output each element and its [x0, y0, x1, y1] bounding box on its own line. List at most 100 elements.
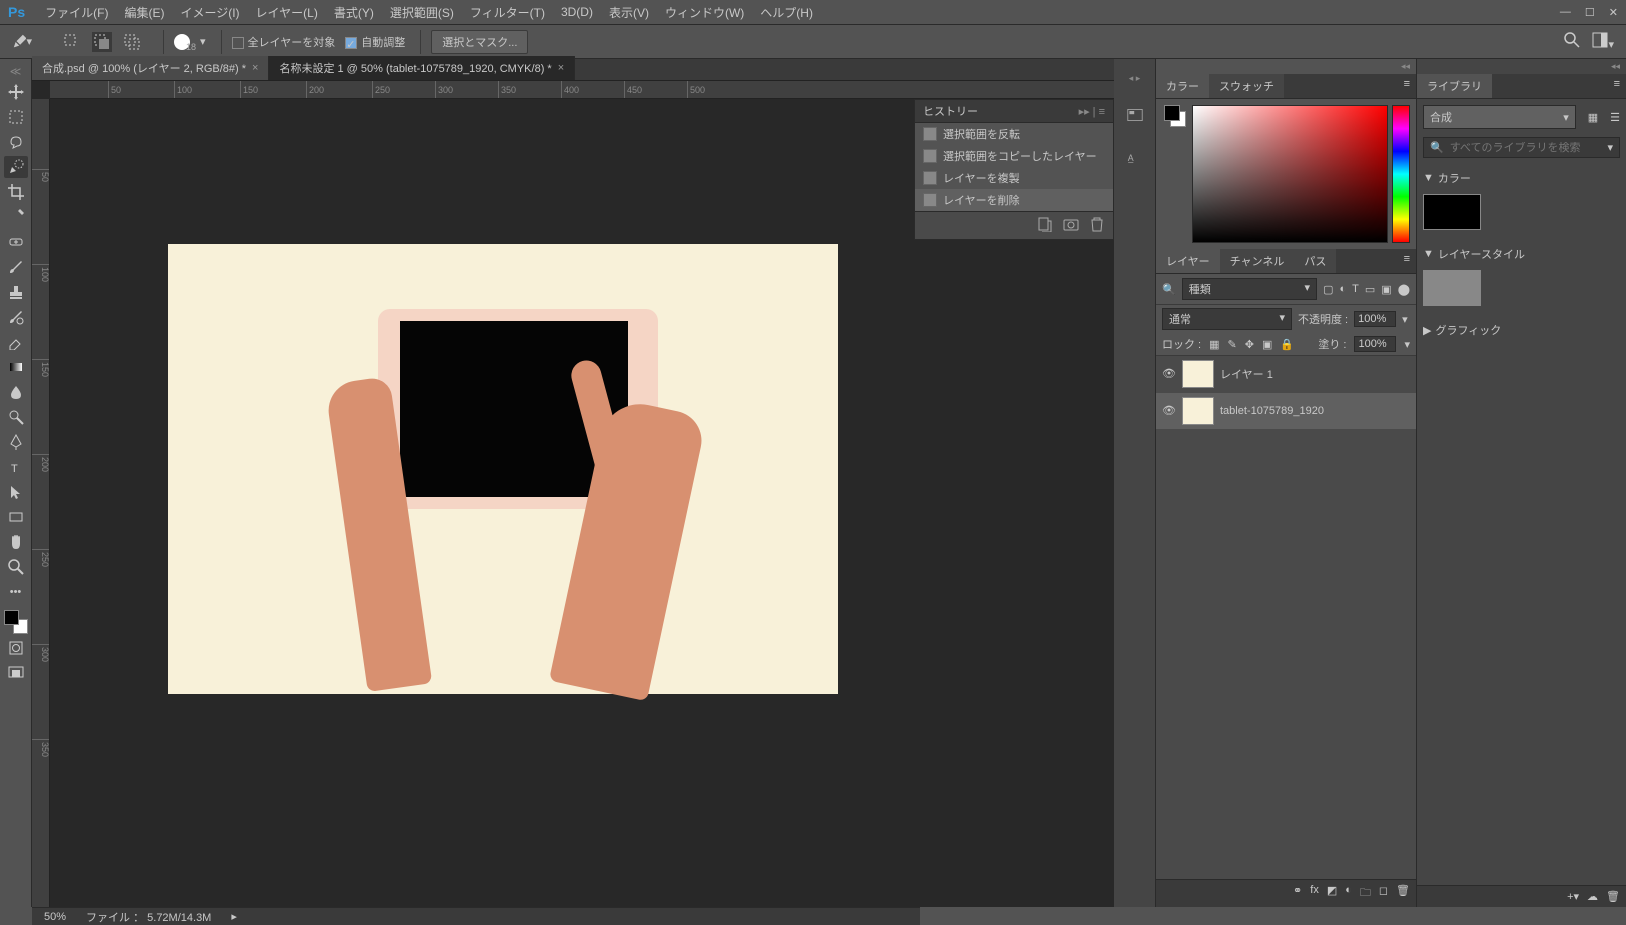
crop-tool[interactable] [4, 181, 28, 203]
trash-icon[interactable] [1089, 216, 1105, 235]
library-style-swatch[interactable] [1423, 270, 1481, 306]
library-section-layerstyle[interactable]: ▼ レイヤースタイル [1423, 242, 1620, 266]
selection-subtract-icon[interactable] [92, 32, 112, 52]
lock-all-icon[interactable]: 🔒 [1280, 338, 1294, 351]
color-picker[interactable] [1156, 99, 1416, 249]
brush-tool[interactable] [4, 256, 28, 278]
selection-intersect-icon[interactable] [122, 32, 142, 52]
screen-mode-icon[interactable] [4, 662, 28, 684]
swatch-tab[interactable]: スウォッチ [1209, 74, 1284, 98]
all-layers-checkbox[interactable]: 全レイヤーを対象 [232, 34, 336, 50]
layer-item[interactable]: 👁 tablet-1075789_1920 [1156, 393, 1416, 430]
history-item[interactable]: レイヤーを複製 [915, 167, 1113, 189]
library-section-graphic[interactable]: ▶ グラフィック [1423, 318, 1620, 342]
filter-shape-icon[interactable]: ▭ [1365, 283, 1375, 296]
add-library-icon[interactable]: +▾ [1567, 890, 1579, 903]
library-sync-icon[interactable]: ☁ [1587, 890, 1598, 903]
menu-type[interactable]: 書式(Y) [326, 0, 382, 25]
filter-adjust-icon[interactable]: ◐ [1339, 283, 1346, 295]
layers-tab[interactable]: レイヤー [1156, 249, 1220, 273]
menu-select[interactable]: 選択範囲(S) [382, 0, 462, 25]
filter-image-icon[interactable]: ▢ [1323, 283, 1333, 296]
brush-preset[interactable]: 18▾ [174, 32, 206, 52]
layer-mask-icon[interactable]: ◩ [1327, 884, 1337, 903]
menu-filter[interactable]: フィルター(T) [462, 0, 553, 25]
library-color-swatch[interactable] [1423, 194, 1481, 230]
panel-menu-icon[interactable]: ≡ [1608, 74, 1626, 98]
search-icon[interactable] [1564, 32, 1580, 51]
panel-menu-icon[interactable]: ≡ [1398, 249, 1416, 273]
pen-tool[interactable] [4, 431, 28, 453]
snapshot-icon[interactable] [1063, 216, 1079, 235]
zoom-tool[interactable] [4, 556, 28, 578]
status-menu-icon[interactable]: ▸ [231, 910, 237, 923]
color-swatches[interactable] [4, 610, 28, 634]
hand-tool[interactable] [4, 531, 28, 553]
maximize-icon[interactable]: ☐ [1585, 6, 1595, 19]
adjustment-layer-icon[interactable]: ◐ [1345, 884, 1352, 903]
panel-collapse-icon[interactable]: ▸▸ | ≡ [1079, 105, 1105, 118]
layer-item[interactable]: 👁 レイヤー 1 [1156, 356, 1416, 393]
new-layer-icon[interactable]: ◻ [1379, 884, 1388, 903]
type-tool[interactable]: T [4, 456, 28, 478]
current-tool-icon[interactable]: ▾ [12, 32, 32, 52]
eraser-tool[interactable] [4, 331, 28, 353]
blur-tool[interactable] [4, 381, 28, 403]
healing-tool[interactable] [4, 231, 28, 253]
menu-image[interactable]: イメージ(I) [172, 0, 247, 25]
lock-artboard-icon[interactable]: ▣ [1262, 338, 1272, 351]
close-icon[interactable]: ✕ [1609, 6, 1618, 19]
library-search[interactable]: 🔍 ▾ [1423, 137, 1620, 158]
move-tool[interactable] [4, 81, 28, 103]
auto-adjust-checkbox[interactable]: ✓自動調整 [345, 34, 405, 50]
stamp-tool[interactable] [4, 281, 28, 303]
menu-file[interactable]: ファイル(F) [37, 0, 116, 25]
group-icon[interactable]: 🗀 [1360, 884, 1371, 903]
layer-thumbnail[interactable] [1182, 360, 1214, 388]
history-item[interactable]: 選択範囲をコピーしたレイヤー [915, 145, 1113, 167]
library-trash-icon[interactable]: 🗑 [1606, 890, 1620, 903]
dodge-tool[interactable] [4, 406, 28, 428]
gradient-tool[interactable] [4, 356, 28, 378]
visibility-icon[interactable]: 👁 [1162, 367, 1176, 381]
select-and-mask-button[interactable]: 選択とマスク... [431, 30, 528, 54]
marquee-tool[interactable] [4, 106, 28, 128]
list-view-icon[interactable]: ☰ [1604, 111, 1626, 124]
channels-tab[interactable]: チャンネル [1220, 249, 1295, 273]
history-item[interactable]: 選択範囲を反転 [915, 123, 1113, 145]
layer-filter-select[interactable]: 種類 ▾ [1182, 278, 1317, 300]
menu-edit[interactable]: 編集(E) [116, 0, 172, 25]
panel-menu-icon[interactable]: ≡ [1398, 74, 1416, 98]
minimize-icon[interactable]: — [1560, 6, 1571, 19]
eyedropper-tool[interactable] [4, 206, 28, 228]
blend-mode-select[interactable]: 通常▾ [1162, 308, 1292, 330]
filter-toggle-icon[interactable]: ⬤ [1398, 283, 1410, 296]
menu-view[interactable]: 表示(V) [601, 0, 657, 25]
opacity-input[interactable] [1354, 311, 1396, 327]
lasso-tool[interactable] [4, 131, 28, 153]
quick-mask-icon[interactable] [4, 637, 28, 659]
filter-smart-icon[interactable]: ▣ [1381, 283, 1391, 296]
history-brush-tool[interactable] [4, 306, 28, 328]
workspace-icon[interactable]: ▾ [1592, 32, 1614, 51]
menu-layer[interactable]: レイヤー(L) [248, 0, 326, 25]
selection-add-icon[interactable] [62, 32, 82, 52]
paths-tab[interactable]: パス [1294, 249, 1336, 273]
filter-type-icon[interactable]: T [1352, 283, 1359, 295]
grid-view-icon[interactable]: ▦ [1582, 111, 1604, 124]
more-tools[interactable]: ••• [4, 581, 28, 603]
canvas[interactable]: ヒストリー▸▸ | ≡ 選択範囲を反転 選択範囲をコピーしたレイヤー レイヤーを… [50, 99, 1114, 907]
fill-input[interactable] [1354, 336, 1396, 352]
new-doc-from-state-icon[interactable] [1037, 216, 1053, 235]
visibility-icon[interactable]: 👁 [1162, 404, 1176, 418]
layer-fx-icon[interactable]: fx [1310, 884, 1319, 903]
menu-3d[interactable]: 3D(D) [553, 1, 601, 23]
delete-layer-icon[interactable]: 🗑 [1396, 884, 1410, 903]
document-tab-2[interactable]: 名称未設定 1 @ 50% (tablet-1075789_1920, CMYK… [269, 56, 575, 80]
lock-pixels-icon[interactable]: ✎ [1228, 338, 1237, 351]
path-select-tool[interactable] [4, 481, 28, 503]
layer-thumbnail[interactable] [1182, 397, 1214, 425]
library-section-color[interactable]: ▼ カラー [1423, 166, 1620, 190]
tab-close-icon[interactable]: × [252, 62, 258, 74]
menu-window[interactable]: ウィンドウ(W) [657, 0, 752, 25]
